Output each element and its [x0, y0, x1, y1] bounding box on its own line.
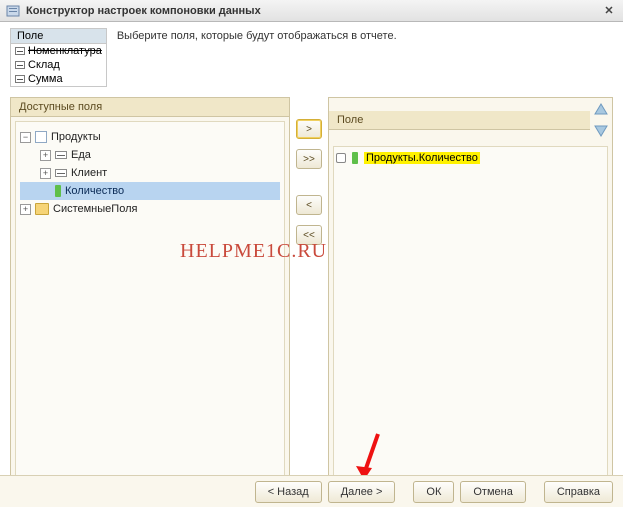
- add-all-button[interactable]: >>: [296, 149, 322, 169]
- titlebar: Конструктор настроек компоновки данных ✕: [0, 0, 623, 22]
- legend-label: Сумма: [28, 73, 63, 85]
- legend-row: Сумма: [11, 72, 106, 86]
- selected-fields-header: Поле: [329, 111, 590, 130]
- legend-row: Номенклатура: [11, 44, 106, 58]
- selected-header-row: Поле: [329, 98, 612, 142]
- window-title: Конструктор настроек компоновки данных: [26, 5, 601, 17]
- tree-label: Клиент: [71, 167, 107, 179]
- transfer-buttons: > >> < <<: [296, 97, 322, 487]
- main-area: Доступные поля − Продукты + Еда +: [0, 97, 623, 487]
- cancel-button[interactable]: Отмена: [460, 481, 525, 503]
- available-fields-body: − Продукты + Еда + Клиент: [15, 121, 285, 482]
- selected-fields-body: Продукты.Количество: [333, 146, 608, 482]
- tree-label: СистемныеПоля: [53, 203, 137, 215]
- legend-header: Поле: [11, 29, 106, 44]
- dash-icon: [15, 61, 25, 69]
- next-button[interactable]: Далее >: [328, 481, 396, 503]
- close-button[interactable]: ✕: [601, 3, 617, 19]
- tree-label: Еда: [71, 149, 91, 161]
- table-icon: [35, 131, 47, 143]
- field-tree: − Продукты + Еда + Клиент: [16, 122, 284, 224]
- footer: < Назад Далее > ОК Отмена Справка: [0, 475, 623, 507]
- top-row: Поле Номенклатура Склад Сумма Выберите п…: [0, 22, 623, 97]
- tree-item[interactable]: + Еда: [20, 146, 280, 164]
- legend-label: Номенклатура: [28, 45, 102, 57]
- ok-button[interactable]: ОК: [413, 481, 454, 503]
- dash-icon: [55, 169, 67, 177]
- available-fields-panel: Доступные поля − Продукты + Еда +: [10, 97, 290, 487]
- dash-icon: [15, 47, 25, 55]
- remove-button[interactable]: <: [296, 195, 322, 215]
- tree-label: Продукты: [51, 131, 101, 143]
- expand-icon[interactable]: +: [40, 168, 51, 179]
- tree-item[interactable]: + Клиент: [20, 164, 280, 182]
- resource-icon: [55, 185, 61, 197]
- selected-label: Продукты.Количество: [364, 152, 480, 164]
- resource-icon: [352, 152, 358, 164]
- move-down-button[interactable]: [592, 122, 610, 140]
- expand-icon[interactable]: +: [40, 150, 51, 161]
- help-button[interactable]: Справка: [544, 481, 613, 503]
- dash-icon: [15, 75, 25, 83]
- field-legend: Поле Номенклатура Склад Сумма: [10, 28, 107, 87]
- remove-all-button[interactable]: <<: [296, 225, 322, 245]
- checkbox-icon[interactable]: [336, 153, 346, 163]
- tree-system[interactable]: + СистемныеПоля: [20, 200, 280, 218]
- tree-item-selected[interactable]: Количество: [20, 182, 280, 200]
- expand-icon[interactable]: +: [20, 204, 31, 215]
- dash-icon: [55, 151, 67, 159]
- app-icon: [6, 4, 20, 18]
- back-button[interactable]: < Назад: [255, 481, 322, 503]
- add-button[interactable]: >: [296, 119, 322, 139]
- selected-row[interactable]: Продукты.Количество: [336, 149, 605, 167]
- collapse-icon[interactable]: −: [20, 132, 31, 143]
- instruction-text: Выберите поля, которые будут отображатьс…: [117, 28, 397, 42]
- selected-fields-panel: Поле Продукты.Количество: [328, 97, 613, 487]
- move-up-button[interactable]: [592, 100, 610, 118]
- folder-icon: [35, 203, 49, 215]
- legend-label: Склад: [28, 59, 60, 71]
- available-fields-header: Доступные поля: [11, 98, 289, 117]
- legend-row: Склад: [11, 58, 106, 72]
- tree-label: Количество: [65, 185, 124, 197]
- reorder-buttons: [590, 98, 612, 142]
- tree-root[interactable]: − Продукты: [20, 128, 280, 146]
